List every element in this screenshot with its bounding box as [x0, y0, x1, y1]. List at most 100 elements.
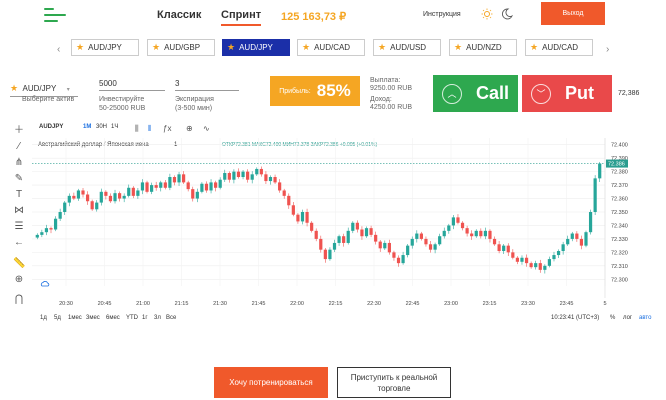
asset-tab[interactable]: ★ AUD/USD: [373, 39, 441, 56]
candle-body: [433, 244, 437, 250]
mode-classic[interactable]: Классик: [157, 9, 201, 21]
compare-icon[interactable]: ∿: [203, 124, 210, 133]
range-6m[interactable]: 6мес: [106, 315, 120, 321]
brush-icon[interactable]: ✎: [13, 173, 25, 185]
zoom-icon[interactable]: ⊕: [13, 274, 25, 286]
asset-hint: Выберите актив: [22, 96, 75, 103]
candle-body: [291, 205, 295, 215]
candle-body: [300, 212, 305, 222]
candle-body: [95, 202, 99, 210]
symbol-label[interactable]: AUDJPY: [39, 124, 63, 130]
profit-value: 85%: [316, 81, 351, 100]
real-trading-line1: Приступить к реальной: [350, 372, 438, 382]
real-trading-button[interactable]: Приступить к реальной торговле: [337, 367, 451, 398]
range-all[interactable]: Все: [166, 315, 176, 321]
indicators-icon[interactable]: ƒx: [163, 124, 171, 133]
range-1m[interactable]: 1мес: [68, 315, 82, 321]
x-tick-label: 22:30: [367, 301, 381, 307]
candle-body: [492, 238, 497, 245]
candle-body: [502, 245, 506, 252]
candle-body: [67, 195, 71, 203]
asset-tab-label: AUD/JPY: [88, 43, 122, 52]
candle-body: [40, 232, 44, 235]
tabs-prev-arrow[interactable]: ‹: [57, 44, 60, 55]
candle-body: [113, 193, 117, 202]
candle-body: [470, 233, 474, 237]
x-tick-label: 23:30: [521, 301, 535, 307]
moon-icon[interactable]: [501, 8, 513, 20]
balance: 125 163,73 ₽: [281, 11, 347, 23]
asset-tab-label: AUD/GBP: [164, 43, 201, 52]
range-1d[interactable]: 1д: [40, 315, 47, 321]
candle-body: [282, 190, 286, 196]
pattern-icon[interactable]: ⋈: [13, 205, 25, 217]
text-icon[interactable]: T: [13, 189, 25, 201]
ruler-icon[interactable]: 📏: [13, 258, 25, 270]
asset-tab[interactable]: ★ AUD/NZD: [449, 39, 517, 56]
candle-body: [438, 236, 442, 245]
expiry-hint-2: (3-500 мин): [175, 105, 213, 112]
range-3m[interactable]: 3мес: [86, 315, 100, 321]
log-toggle[interactable]: лог: [623, 315, 632, 321]
asset-tab[interactable]: ★ AUD/CAD: [297, 39, 365, 56]
auto-toggle[interactable]: авто: [639, 315, 651, 321]
arrow-left-icon[interactable]: ←: [13, 237, 25, 249]
candle-body: [268, 177, 273, 182]
percent-toggle[interactable]: %: [610, 315, 615, 321]
x-tick-label: 22:00: [290, 301, 304, 307]
y-tick-label: 72.400: [611, 143, 628, 149]
asset-tab[interactable]: ★ AUD/JPY: [71, 39, 139, 56]
candle-body: [506, 245, 510, 253]
chart-type-icon[interactable]: ⦀: [148, 124, 152, 134]
invest-hint-2: 50-25000 RUB: [99, 105, 146, 112]
sun-icon[interactable]: [481, 8, 493, 20]
tabs-next-arrow[interactable]: ›: [606, 44, 609, 55]
candle-body: [511, 252, 515, 258]
interval-1h[interactable]: 1Ч: [111, 124, 118, 130]
put-button[interactable]: ﹀ Put: [522, 75, 612, 112]
expiry-input[interactable]: 3: [175, 79, 239, 91]
train-button[interactable]: Хочу потренироваться: [214, 367, 328, 398]
candle-body: [406, 245, 410, 256]
x-tick-label: 20:30: [59, 301, 73, 307]
exit-button[interactable]: Выход: [541, 2, 605, 25]
candles-icon[interactable]: ⫼: [135, 124, 139, 134]
profit-label: Прибыль:: [279, 87, 311, 95]
range-3y[interactable]: 3л: [154, 315, 161, 321]
y-tick-label: 72.360: [611, 197, 628, 203]
candle-body: [140, 182, 145, 191]
magnet-icon[interactable]: ⋂: [13, 294, 25, 306]
asset-tab-label: AUD/USD: [390, 43, 427, 52]
candle-body: [351, 222, 355, 231]
candle-body: [99, 191, 103, 203]
asset-tab[interactable]: ★ AUD/CAD: [525, 39, 593, 56]
range-ytd[interactable]: YTD: [126, 315, 138, 321]
x-tick-label: 21:30: [213, 301, 227, 307]
candle-body: [177, 174, 181, 183]
add-icon[interactable]: ⊕: [186, 124, 193, 133]
put-label: Put: [565, 83, 594, 103]
mode-sprint[interactable]: Спринт: [221, 9, 262, 26]
call-button[interactable]: ︿ Call: [433, 75, 518, 112]
interval-1m[interactable]: 1М: [83, 124, 91, 130]
candle-body: [172, 177, 177, 183]
candle-body: [163, 182, 167, 188]
crosshair-icon[interactable]: ＋: [13, 125, 25, 137]
profit-badge: Прибыль: 85%: [270, 76, 360, 106]
asset-tab-active[interactable]: ★ AUD/JPY: [222, 39, 290, 56]
invest-hint-1: Инвестируйте: [99, 96, 145, 103]
interval-30[interactable]: 30Н: [96, 124, 107, 130]
range-1y[interactable]: 1г: [142, 315, 148, 321]
instruction-link[interactable]: Инструкция: [423, 11, 461, 18]
invest-input[interactable]: 5000: [99, 79, 165, 91]
pitchfork-icon[interactable]: ⋔: [13, 157, 25, 169]
asset-tab-label: AUD/CAD: [314, 43, 351, 52]
fib-icon[interactable]: ☰: [13, 221, 25, 233]
candle-body: [200, 183, 204, 192]
candle-body: [323, 249, 327, 260]
asset-tab[interactable]: ★ AUD/GBP: [147, 39, 215, 56]
price-chart[interactable]: 72.40072.39072.38072.37072.36072.35072.3…: [30, 136, 660, 308]
trendline-icon[interactable]: ⁄: [13, 141, 25, 153]
range-5d[interactable]: 5д: [54, 315, 61, 321]
candle-body: [259, 168, 263, 175]
